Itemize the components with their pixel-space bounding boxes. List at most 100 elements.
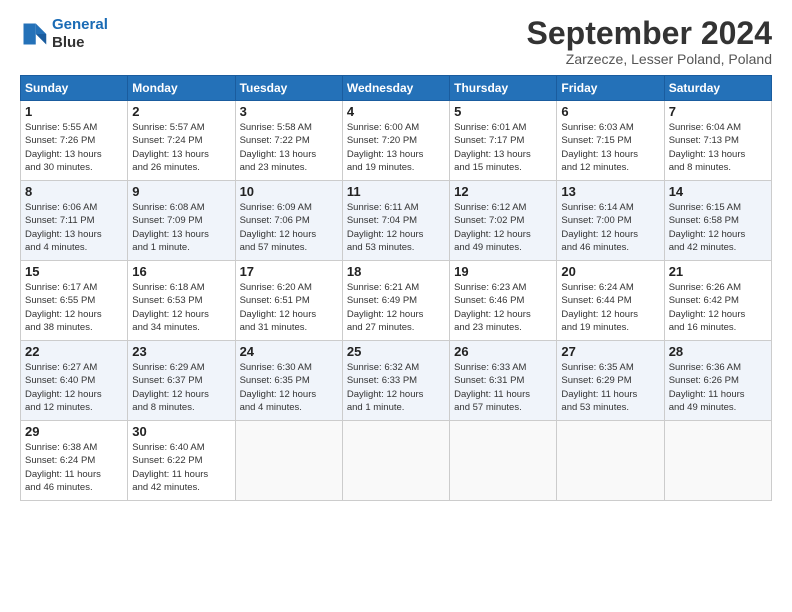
calendar-cell: 14Sunrise: 6:15 AM Sunset: 6:58 PM Dayli… [664, 181, 771, 261]
logo-text: General Blue [52, 16, 108, 52]
calendar-cell: 18Sunrise: 6:21 AM Sunset: 6:49 PM Dayli… [342, 261, 449, 341]
day-number: 19 [454, 264, 552, 279]
calendar-week-4: 22 Sunrise: 6:27 AM Sunset: 6:40 PM Dayli… [21, 341, 772, 421]
day-number: 22 [25, 344, 123, 359]
weekday-monday: Monday [128, 76, 235, 101]
calendar-cell: 9 Sunrise: 6:08 AM Sunset: 7:09 PM Daylig… [128, 181, 235, 261]
calendar-cell: 11 Sunrise: 6:11 AM Sunset: 7:04 PM Dayli… [342, 181, 449, 261]
day-info: Sunrise: 6:38 AM Sunset: 6:24 PM Dayligh… [25, 441, 123, 494]
day-info: Sunrise: 6:26 AM Sunset: 6:42 PM Dayligh… [669, 281, 767, 334]
day-number: 5 [454, 104, 552, 119]
day-info: Sunrise: 6:23 AM Sunset: 6:46 PM Dayligh… [454, 281, 552, 334]
calendar-week-5: 29Sunrise: 6:38 AM Sunset: 6:24 PM Dayli… [21, 421, 772, 501]
day-info: Sunrise: 6:14 AM Sunset: 7:00 PM Dayligh… [561, 201, 659, 254]
day-number: 11 [347, 184, 445, 199]
day-number: 12 [454, 184, 552, 199]
day-info: Sunrise: 6:06 AM Sunset: 7:11 PM Dayligh… [25, 201, 123, 254]
day-info: Sunrise: 6:32 AM Sunset: 6:33 PM Dayligh… [347, 361, 445, 414]
weekday-friday: Friday [557, 76, 664, 101]
calendar-cell [235, 421, 342, 501]
day-info: Sunrise: 6:27 AM Sunset: 6:40 PM Dayligh… [25, 361, 123, 414]
calendar-cell: 15 Sunrise: 6:17 AM Sunset: 6:55 PM Dayli… [21, 261, 128, 341]
day-info: Sunrise: 6:35 AM Sunset: 6:29 PM Dayligh… [561, 361, 659, 414]
weekday-wednesday: Wednesday [342, 76, 449, 101]
day-number: 21 [669, 264, 767, 279]
day-number: 13 [561, 184, 659, 199]
calendar-cell: 7 Sunrise: 6:04 AM Sunset: 7:13 PM Daylig… [664, 101, 771, 181]
calendar-cell [342, 421, 449, 501]
day-number: 23 [132, 344, 230, 359]
day-info: Sunrise: 6:08 AM Sunset: 7:09 PM Dayligh… [132, 201, 230, 254]
day-number: 20 [561, 264, 659, 279]
calendar-cell: 22 Sunrise: 6:27 AM Sunset: 6:40 PM Dayli… [21, 341, 128, 421]
calendar-week-1: 1 Sunrise: 5:55 AM Sunset: 7:26 PM Daylig… [21, 101, 772, 181]
day-info: Sunrise: 6:17 AM Sunset: 6:55 PM Dayligh… [25, 281, 123, 334]
day-info: Sunrise: 6:00 AM Sunset: 7:20 PM Dayligh… [347, 121, 445, 174]
day-info: Sunrise: 6:12 AM Sunset: 7:02 PM Dayligh… [454, 201, 552, 254]
calendar-header: SundayMondayTuesdayWednesdayThursdayFrid… [21, 76, 772, 101]
calendar-cell: 26 Sunrise: 6:33 AM Sunset: 6:31 PM Dayli… [450, 341, 557, 421]
calendar-cell: 3 Sunrise: 5:58 AM Sunset: 7:22 PM Daylig… [235, 101, 342, 181]
day-info: Sunrise: 6:40 AM Sunset: 6:22 PM Dayligh… [132, 441, 230, 494]
calendar-cell [450, 421, 557, 501]
calendar-cell: 5Sunrise: 6:01 AM Sunset: 7:17 PM Daylig… [450, 101, 557, 181]
calendar-body: 1 Sunrise: 5:55 AM Sunset: 7:26 PM Daylig… [21, 101, 772, 501]
day-info: Sunrise: 6:04 AM Sunset: 7:13 PM Dayligh… [669, 121, 767, 174]
page: General Blue September 2024 Zarzecze, Le… [0, 0, 792, 612]
day-number: 26 [454, 344, 552, 359]
logo: General Blue [20, 16, 108, 52]
day-info: Sunrise: 5:55 AM Sunset: 7:26 PM Dayligh… [25, 121, 123, 174]
calendar-cell: 28 Sunrise: 6:36 AM Sunset: 6:26 PM Dayli… [664, 341, 771, 421]
day-info: Sunrise: 6:36 AM Sunset: 6:26 PM Dayligh… [669, 361, 767, 414]
main-title: September 2024 [527, 16, 772, 51]
calendar-cell: 21 Sunrise: 6:26 AM Sunset: 6:42 PM Dayli… [664, 261, 771, 341]
day-info: Sunrise: 5:58 AM Sunset: 7:22 PM Dayligh… [240, 121, 338, 174]
day-number: 9 [132, 184, 230, 199]
day-info: Sunrise: 5:57 AM Sunset: 7:24 PM Dayligh… [132, 121, 230, 174]
calendar-cell: 27Sunrise: 6:35 AM Sunset: 6:29 PM Dayli… [557, 341, 664, 421]
calendar-cell: 20 Sunrise: 6:24 AM Sunset: 6:44 PM Dayli… [557, 261, 664, 341]
day-info: Sunrise: 6:03 AM Sunset: 7:15 PM Dayligh… [561, 121, 659, 174]
calendar-cell: 25 Sunrise: 6:32 AM Sunset: 6:33 PM Dayli… [342, 341, 449, 421]
day-number: 25 [347, 344, 445, 359]
day-info: Sunrise: 6:24 AM Sunset: 6:44 PM Dayligh… [561, 281, 659, 334]
calendar-cell: 16Sunrise: 6:18 AM Sunset: 6:53 PM Dayli… [128, 261, 235, 341]
day-number: 4 [347, 104, 445, 119]
weekday-tuesday: Tuesday [235, 76, 342, 101]
day-number: 10 [240, 184, 338, 199]
calendar-cell: 30 Sunrise: 6:40 AM Sunset: 6:22 PM Dayli… [128, 421, 235, 501]
calendar-cell: 17Sunrise: 6:20 AM Sunset: 6:51 PM Dayli… [235, 261, 342, 341]
calendar-cell: 1 Sunrise: 5:55 AM Sunset: 7:26 PM Daylig… [21, 101, 128, 181]
day-number: 16 [132, 264, 230, 279]
day-info: Sunrise: 6:09 AM Sunset: 7:06 PM Dayligh… [240, 201, 338, 254]
weekday-header-row: SundayMondayTuesdayWednesdayThursdayFrid… [21, 76, 772, 101]
day-number: 1 [25, 104, 123, 119]
day-info: Sunrise: 6:33 AM Sunset: 6:31 PM Dayligh… [454, 361, 552, 414]
weekday-saturday: Saturday [664, 76, 771, 101]
day-number: 6 [561, 104, 659, 119]
day-number: 14 [669, 184, 767, 199]
calendar-cell [557, 421, 664, 501]
calendar-cell: 12 Sunrise: 6:12 AM Sunset: 7:02 PM Dayli… [450, 181, 557, 261]
day-info: Sunrise: 6:11 AM Sunset: 7:04 PM Dayligh… [347, 201, 445, 254]
day-number: 3 [240, 104, 338, 119]
day-number: 15 [25, 264, 123, 279]
header: General Blue September 2024 Zarzecze, Le… [20, 16, 772, 67]
day-info: Sunrise: 6:30 AM Sunset: 6:35 PM Dayligh… [240, 361, 338, 414]
calendar-week-3: 15 Sunrise: 6:17 AM Sunset: 6:55 PM Dayli… [21, 261, 772, 341]
day-number: 7 [669, 104, 767, 119]
day-number: 30 [132, 424, 230, 439]
day-number: 28 [669, 344, 767, 359]
day-info: Sunrise: 6:21 AM Sunset: 6:49 PM Dayligh… [347, 281, 445, 334]
calendar-cell: 13 Sunrise: 6:14 AM Sunset: 7:00 PM Dayli… [557, 181, 664, 261]
calendar-cell: 6 Sunrise: 6:03 AM Sunset: 7:15 PM Daylig… [557, 101, 664, 181]
calendar-cell: 8Sunrise: 6:06 AM Sunset: 7:11 PM Daylig… [21, 181, 128, 261]
calendar-cell [664, 421, 771, 501]
location-subtitle: Zarzecze, Lesser Poland, Poland [527, 51, 772, 67]
calendar-cell: 19 Sunrise: 6:23 AM Sunset: 6:46 PM Dayli… [450, 261, 557, 341]
calendar-cell: 2Sunrise: 5:57 AM Sunset: 7:24 PM Daylig… [128, 101, 235, 181]
day-number: 17 [240, 264, 338, 279]
logo-icon [20, 20, 48, 48]
calendar-week-2: 8Sunrise: 6:06 AM Sunset: 7:11 PM Daylig… [21, 181, 772, 261]
calendar-table: SundayMondayTuesdayWednesdayThursdayFrid… [20, 75, 772, 501]
